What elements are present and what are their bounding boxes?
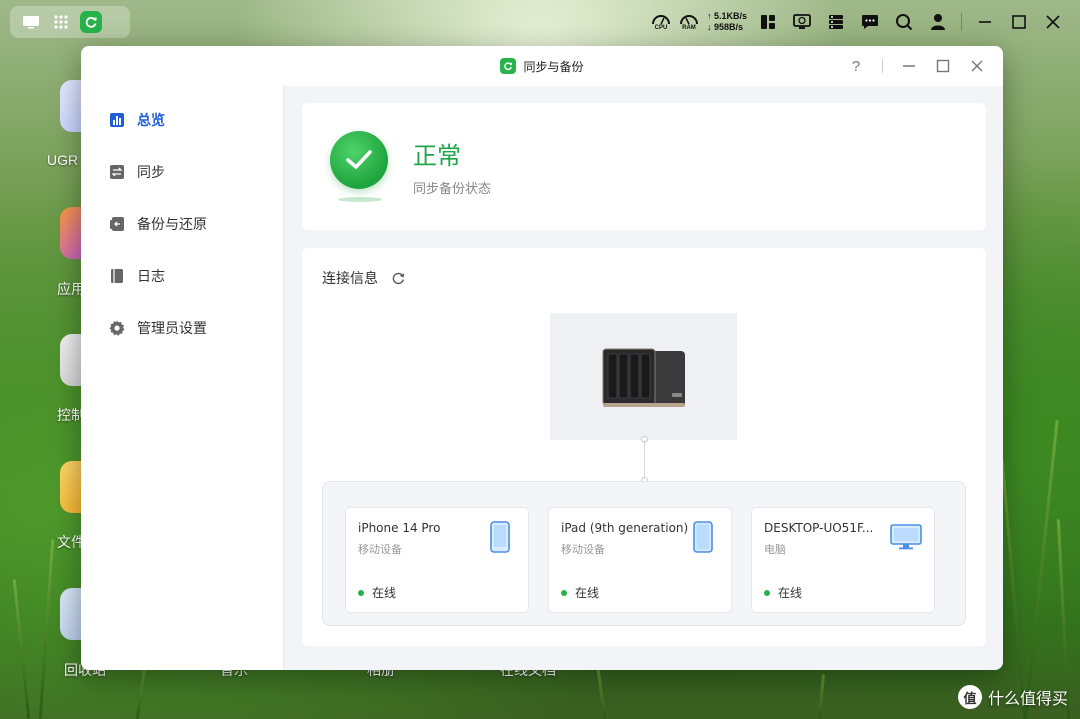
status-title: 正常 — [413, 142, 461, 170]
download-speed: ↓ 958B/s — [706, 22, 743, 32]
tablet-icon — [693, 521, 713, 557]
sidebar-item-label: 日志 — [137, 269, 165, 285]
ram-meter[interactable]: RAM — [679, 13, 699, 31]
watermark: 值 什么值得买 — [957, 685, 1068, 709]
window-title: 同步与备份 — [523, 59, 584, 74]
maximize-icon[interactable] — [1006, 9, 1032, 35]
connector-line — [644, 440, 645, 482]
taskbar-left-group — [10, 6, 130, 38]
ram-label: RAM — [682, 25, 696, 31]
refresh-icon[interactable] — [390, 270, 406, 286]
status-icon-shadow — [338, 197, 382, 202]
taskbar: CPU RAM ↑ 5.1KB/s ↓ 958B/s — [0, 0, 1080, 44]
sync-arrows-icon — [109, 164, 125, 180]
nas-icon — [602, 348, 685, 407]
window-title-group: 同步与备份 — [500, 58, 584, 75]
device-status: 在线 — [764, 584, 802, 601]
status-ok-icon — [330, 131, 388, 189]
watermark-logo: 值 — [957, 685, 982, 709]
device-name: DESKTOP-UO51F... — [764, 521, 874, 535]
device-name: iPad (9th generation) — [561, 521, 689, 535]
sidebar-item-label: 同步 — [137, 165, 165, 181]
taskbar-separator — [961, 13, 962, 31]
sync-backup-window: 同步与备份 ? 总览 同步 备份与还原 日志 管理员设置 正常 同步备份状态 连… — [81, 46, 1003, 670]
sidebar-item-label: 总览 — [137, 113, 165, 129]
device-name: iPhone 14 Pro — [358, 521, 441, 535]
window-minimize-button[interactable] — [901, 58, 917, 74]
upload-speed: ↑ 5.1KB/s — [706, 11, 747, 21]
close-icon[interactable] — [1040, 9, 1066, 35]
device-card[interactable]: DESKTOP-UO51F... 电脑 在线 — [751, 507, 935, 613]
phone-icon — [490, 521, 510, 557]
window-titlebar[interactable]: 同步与备份 ? — [81, 46, 1003, 86]
device-status: 在线 — [561, 584, 599, 601]
devices-list: iPhone 14 Pro 移动设备 在线 iPad (9th generati… — [322, 481, 966, 626]
sidebar-item-admin-settings[interactable]: 管理员设置 — [81, 302, 283, 354]
sync-app-icon — [500, 58, 517, 74]
sidebar-item-sync[interactable]: 同步 — [81, 146, 283, 198]
log-book-icon — [109, 268, 125, 284]
connection-card: 连接信息 iPhone 14 Pro 移动设备 在线 iPad (9th gen… — [302, 248, 986, 646]
main-content: 正常 同步备份状态 连接信息 iPhone 14 Pro 移动设备 在线 iPa… — [284, 86, 1003, 670]
sidebar-item-backup-restore[interactable]: 备份与还原 — [81, 198, 283, 250]
online-dot — [561, 589, 567, 596]
network-speed[interactable]: ↑ 5.1KB/s ↓ 958B/s — [707, 11, 747, 33]
controls-separator — [882, 59, 883, 73]
widgets-icon[interactable] — [755, 9, 781, 35]
gear-icon — [109, 320, 125, 336]
desktop-label[interactable]: UGR — [47, 152, 78, 168]
device-status-text: 在线 — [778, 586, 803, 600]
online-dot — [358, 589, 364, 596]
minimize-icon[interactable] — [972, 9, 998, 35]
network-monitor-icon[interactable] — [789, 9, 815, 35]
device-type: 移动设备 — [561, 543, 605, 556]
device-type: 移动设备 — [358, 543, 402, 556]
sync-backup-taskbar-button[interactable] — [78, 9, 104, 35]
app-grid-button[interactable] — [48, 9, 74, 35]
backup-restore-icon — [109, 216, 125, 232]
sidebar-item-log[interactable]: 日志 — [81, 250, 283, 302]
sidebar-item-label: 备份与还原 — [137, 217, 207, 233]
message-icon[interactable] — [857, 9, 883, 35]
device-status-text: 在线 — [575, 586, 600, 600]
sidebar-item-overview[interactable]: 总览 — [81, 94, 283, 146]
device-status-text: 在线 — [372, 586, 397, 600]
sidebar-item-label: 管理员设置 — [137, 321, 207, 337]
monitor-icon — [890, 524, 922, 554]
window-controls: ? — [848, 46, 985, 86]
task-manager-icon[interactable] — [823, 9, 849, 35]
search-icon[interactable] — [891, 9, 917, 35]
watermark-text: 什么值得买 — [987, 689, 1068, 708]
device-card[interactable]: iPhone 14 Pro 移动设备 在线 — [345, 507, 529, 613]
nas-device-image — [550, 313, 737, 440]
chart-bar-icon — [109, 112, 125, 128]
cpu-label: CPU — [654, 25, 668, 31]
connection-title: 连接信息 — [322, 271, 378, 287]
status-card: 正常 同步备份状态 — [302, 103, 986, 230]
sidebar: 总览 同步 备份与还原 日志 管理员设置 — [81, 86, 284, 670]
device-type: 电脑 — [764, 543, 786, 556]
user-icon[interactable] — [925, 9, 951, 35]
device-card[interactable]: iPad (9th generation) 移动设备 在线 — [548, 507, 732, 613]
taskbar-right-group: CPU RAM ↑ 5.1KB/s ↓ 958B/s — [651, 6, 1066, 38]
help-button[interactable]: ? — [848, 58, 864, 75]
status-subtitle: 同步备份状态 — [413, 182, 492, 197]
connection-header: 连接信息 — [322, 268, 406, 288]
desktop-button[interactable] — [18, 9, 44, 35]
window-maximize-button[interactable] — [935, 58, 951, 74]
cpu-meter[interactable]: CPU — [651, 13, 671, 31]
online-dot — [764, 589, 770, 596]
window-close-button[interactable] — [969, 58, 985, 74]
device-status: 在线 — [358, 584, 396, 601]
